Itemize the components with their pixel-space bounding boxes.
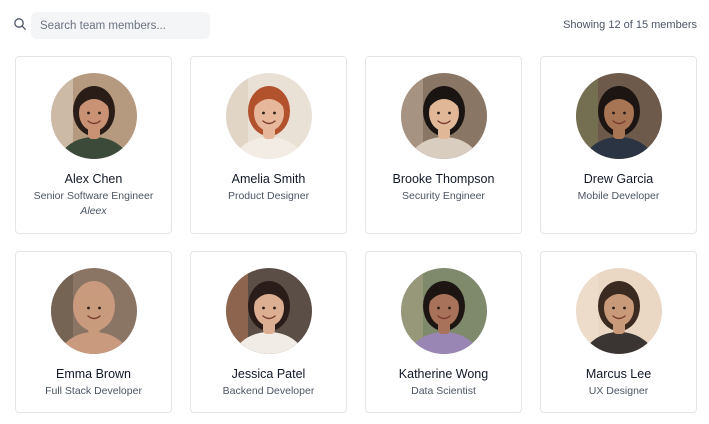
member-card[interactable]: Emma Brown Full Stack Developer (15, 251, 172, 413)
member-name: Drew Garcia (583, 172, 654, 186)
member-card[interactable]: Alex Chen Senior Software Engineer Aleex (15, 56, 172, 234)
member-name: Marcus Lee (585, 367, 652, 381)
avatar (226, 73, 312, 159)
avatar (576, 268, 662, 354)
member-card[interactable]: Drew Garcia Mobile Developer (540, 56, 697, 234)
member-name: Jessica Patel (231, 367, 306, 381)
avatar-portrait (576, 73, 662, 159)
member-role: Backend Developer (222, 385, 315, 397)
avatar-portrait (51, 268, 137, 354)
member-name: Amelia Smith (231, 172, 306, 186)
member-role: Product Designer (227, 190, 310, 202)
member-role: Data Scientist (411, 385, 476, 397)
avatar-portrait (401, 268, 487, 354)
member-name: Brooke Thompson (392, 172, 495, 186)
avatar-portrait (51, 73, 137, 159)
member-role: Security Engineer (402, 190, 485, 202)
avatar (226, 268, 312, 354)
member-card[interactable]: Marcus Lee UX Designer (540, 251, 697, 413)
avatar (51, 73, 137, 159)
member-grid: Alex Chen Senior Software Engineer Aleex… (15, 56, 697, 413)
member-name: Emma Brown (55, 367, 132, 381)
search-icon (14, 18, 26, 30)
member-card[interactable]: Katherine Wong Data Scientist (365, 251, 522, 413)
avatar-portrait (226, 268, 312, 354)
result-count: Showing 12 of 15 members (563, 19, 697, 31)
member-role: Mobile Developer (577, 190, 660, 202)
member-card[interactable]: Brooke Thompson Security Engineer (365, 56, 522, 234)
avatar-portrait (401, 73, 487, 159)
member-name: Katherine Wong (398, 367, 489, 381)
member-card[interactable]: Jessica Patel Backend Developer (190, 251, 347, 413)
toolbar: Showing 12 of 15 members (0, 0, 709, 50)
member-role: UX Designer (588, 385, 649, 397)
member-role: Senior Software Engineer (33, 190, 154, 202)
avatar (401, 73, 487, 159)
search-input[interactable] (31, 12, 210, 39)
member-nickname: Aleex (80, 205, 107, 217)
avatar-portrait (576, 268, 662, 354)
avatar-portrait (226, 73, 312, 159)
avatar (576, 73, 662, 159)
member-card[interactable]: Amelia Smith Product Designer (190, 56, 347, 234)
member-name: Alex Chen (64, 172, 123, 186)
team-directory: Showing 12 of 15 members Alex Chen Senio… (0, 0, 709, 424)
avatar (401, 268, 487, 354)
member-role: Full Stack Developer (45, 385, 142, 397)
avatar (51, 268, 137, 354)
